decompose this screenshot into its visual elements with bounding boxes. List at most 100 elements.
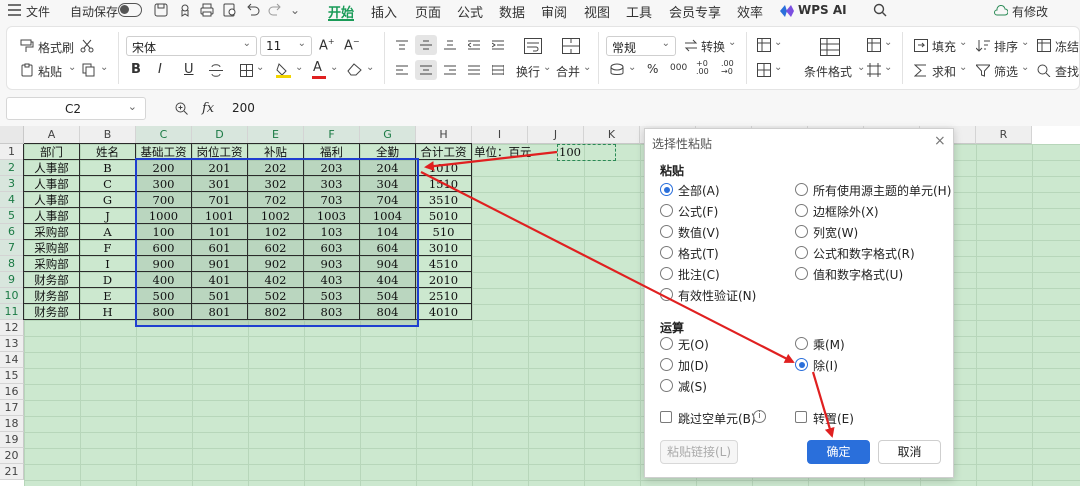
row-header-2[interactable]: 2 xyxy=(0,160,24,176)
table-cell[interactable]: 人事部 xyxy=(24,208,80,224)
share-icon[interactable] xyxy=(178,3,192,17)
borders-dropdown-icon[interactable]: ⌄ xyxy=(256,62,264,73)
print-icon[interactable] xyxy=(200,3,214,17)
column-header-b[interactable]: B xyxy=(80,126,136,144)
justify-icon[interactable] xyxy=(468,65,480,75)
row-header-9[interactable]: 9 xyxy=(0,272,24,288)
filter-dropdown-icon[interactable]: ⌄ xyxy=(1021,62,1029,73)
autosave-toggle[interactable] xyxy=(118,3,142,17)
currency-icon[interactable] xyxy=(610,63,624,77)
table-cell[interactable]: C xyxy=(80,176,136,192)
column-header-k[interactable]: K xyxy=(584,126,640,144)
undo-icon[interactable] xyxy=(246,3,260,17)
radio-all-label[interactable]: 全部(A) xyxy=(678,182,720,199)
table-cell[interactable]: 财务部 xyxy=(24,304,80,320)
radio-op-add-label[interactable]: 加(D) xyxy=(678,357,709,374)
select-all-corner[interactable] xyxy=(0,126,24,144)
fill-dropdown-icon[interactable]: ⌄ xyxy=(959,37,967,48)
search-icon[interactable] xyxy=(873,3,887,17)
fx-icon[interactable]: fx xyxy=(202,101,214,116)
radio-no-border[interactable] xyxy=(795,204,808,217)
table-cell[interactable]: 人事部 xyxy=(24,160,80,176)
row-header-11[interactable]: 11 xyxy=(0,304,24,320)
table-cell[interactable]: F xyxy=(80,240,136,256)
format-dropdown-icon[interactable]: ⌄ xyxy=(884,37,892,48)
tab-page[interactable]: 页面 xyxy=(415,2,441,21)
indent-decrease-icon[interactable] xyxy=(468,40,480,50)
find-button[interactable]: 查找 xyxy=(1055,63,1079,80)
conditional-format-button[interactable]: 条件格式 xyxy=(804,63,852,80)
table-cell[interactable]: 2010 xyxy=(416,272,472,288)
align-center-icon[interactable] xyxy=(420,65,432,75)
transpose-label[interactable]: 转置(E) xyxy=(813,410,854,427)
tab-tools[interactable]: 工具 xyxy=(626,2,652,21)
radio-all-theme-label[interactable]: 所有使用源主题的单元(H) xyxy=(813,182,951,199)
sort-button[interactable]: 排序 xyxy=(994,38,1018,55)
bold-button[interactable]: B xyxy=(131,62,141,77)
wrap-text-icon[interactable] xyxy=(524,38,542,54)
table-cell[interactable]: D xyxy=(80,272,136,288)
font-color-icon[interactable]: A xyxy=(313,60,322,75)
redo-icon[interactable] xyxy=(268,3,282,17)
tab-insert[interactable]: 插入 xyxy=(371,2,397,21)
copy-dropdown-icon[interactable]: ⌄ xyxy=(100,62,108,73)
radio-op-sub[interactable] xyxy=(660,379,673,392)
table-cell[interactable]: I xyxy=(80,256,136,272)
file-menu[interactable]: 文件 xyxy=(26,3,50,20)
radio-formula[interactable] xyxy=(660,204,673,217)
column-header-j[interactable]: J xyxy=(528,126,584,144)
row-header-7[interactable]: 7 xyxy=(0,240,24,256)
scissors-icon[interactable] xyxy=(80,39,94,53)
tab-data[interactable]: 数据 xyxy=(499,2,525,21)
tab-efficiency[interactable]: 效率 xyxy=(737,2,763,21)
merge-button[interactable]: 合并 xyxy=(556,63,580,80)
borders-icon[interactable] xyxy=(240,64,253,77)
name-box[interactable]: C2 ⌄ xyxy=(6,97,146,120)
radio-values-label[interactable]: 数值(V) xyxy=(678,224,720,241)
increase-font-icon[interactable]: A+ xyxy=(319,37,335,53)
row-header-18[interactable]: 18 xyxy=(0,416,24,432)
table-cell[interactable]: 4010 xyxy=(416,304,472,320)
radio-formula-label[interactable]: 公式(F) xyxy=(678,203,718,220)
header-cell[interactable]: 合计工资 xyxy=(416,144,472,160)
italic-button[interactable]: I xyxy=(158,62,162,77)
wps-ai-button[interactable]: WPS AI xyxy=(776,2,852,19)
radio-op-add[interactable] xyxy=(660,358,673,371)
cell-style-icon[interactable] xyxy=(757,63,771,77)
font-color-dropdown-icon[interactable]: ⌄ xyxy=(330,62,338,73)
more-chevron-icon[interactable]: ⌄ xyxy=(290,3,300,17)
font-size-select[interactable]: 11 ⌄ xyxy=(260,36,312,56)
row-header-4[interactable]: 4 xyxy=(0,192,24,208)
currency-dropdown-icon[interactable]: ⌄ xyxy=(628,62,636,73)
row-header-19[interactable]: 19 xyxy=(0,432,24,448)
radio-op-none[interactable] xyxy=(660,337,673,350)
radio-validation[interactable] xyxy=(660,288,673,301)
table-cell[interactable]: 1510 xyxy=(416,176,472,192)
radio-op-sub-label[interactable]: 减(S) xyxy=(678,378,707,395)
row-header-21[interactable]: 21 xyxy=(0,464,24,480)
table-cell[interactable]: E xyxy=(80,288,136,304)
radio-all-theme[interactable] xyxy=(795,183,808,196)
table-style-dropdown-icon[interactable]: ⌄ xyxy=(774,37,782,48)
wrap-button[interactable]: 换行 xyxy=(516,63,540,80)
row-header-14[interactable]: 14 xyxy=(0,352,24,368)
radio-col-width-label[interactable]: 列宽(W) xyxy=(813,224,858,241)
decrease-decimal-icon[interactable]: .00 →0 xyxy=(721,60,734,76)
radio-formula-num-label[interactable]: 公式和数字格式(R) xyxy=(813,245,915,262)
underline-button[interactable]: U xyxy=(184,62,194,77)
align-right-icon[interactable] xyxy=(444,65,456,75)
radio-formula-num[interactable] xyxy=(795,246,808,259)
table-cell[interactable]: 人事部 xyxy=(24,176,80,192)
radio-values[interactable] xyxy=(660,225,673,238)
number-format-select[interactable]: 常规 ⌄ xyxy=(606,36,676,56)
menu-icon[interactable] xyxy=(8,4,21,16)
table-cell[interactable]: 510 xyxy=(416,224,472,240)
radio-comments-label[interactable]: 批注(C) xyxy=(678,266,720,283)
row-header-6[interactable]: 6 xyxy=(0,224,24,240)
cancel-button[interactable]: 取消 xyxy=(878,440,941,464)
font-name-select[interactable]: 宋体 ⌄ xyxy=(126,36,257,56)
indent-increase-icon[interactable] xyxy=(492,40,504,50)
info-icon[interactable]: i xyxy=(753,410,766,423)
skip-blanks-checkbox[interactable] xyxy=(660,411,672,423)
percent-icon[interactable]: % xyxy=(647,62,658,76)
